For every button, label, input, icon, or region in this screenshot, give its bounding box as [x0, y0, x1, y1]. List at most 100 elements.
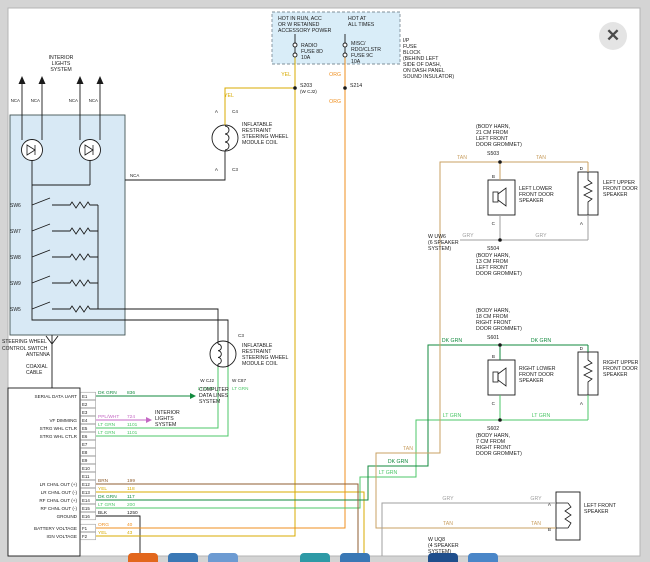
connector-function-label: STRG WHL CTLR — [40, 426, 78, 431]
diagram-label: B — [492, 354, 495, 359]
diagram-label: YEL — [281, 72, 291, 78]
toolbar-icon-7[interactable] — [468, 553, 498, 562]
connector-function-label: SERIAL DATA UART — [35, 394, 78, 399]
connector-function-label: BATTERY VOLTAGE — [34, 526, 77, 531]
diagram-label: SW5 — [10, 307, 21, 313]
diagram-label: C4 — [232, 109, 238, 114]
connector-function-label: RF CHNL OUT (-) — [41, 506, 78, 511]
connector-pin-E12: E12 — [82, 482, 90, 487]
connector-pin-F1: F1 — [82, 526, 88, 531]
wire-color-label: LT GRN — [98, 422, 116, 428]
left-front-speaker — [556, 492, 580, 540]
connector-function-label: VF DIMMING — [49, 418, 77, 423]
misc-fuse-label: 10A — [351, 59, 361, 65]
clockspring-coil-label: MODULE COIL — [242, 140, 278, 146]
connector-pin-E14: E14 — [82, 498, 90, 503]
connector-pin-E16: E16 — [82, 514, 90, 519]
left-upper-front-door-speaker-label: SPEAKER — [603, 192, 628, 198]
diagram-label: GRY — [535, 233, 547, 239]
diagram-label: YEL — [224, 93, 234, 99]
diagram-label: (W CJ2) — [300, 89, 317, 94]
splice-s602-note: DOOR GROMMET) — [476, 451, 522, 457]
connector-pin-E5: E5 — [82, 426, 88, 431]
wire-circuit-number: 724 — [127, 414, 135, 420]
diagram-viewer: E1SERIAL DATA UARTDK GRN836E2E3E4VF DIMM… — [0, 0, 650, 562]
wire-color-label: DK GRN — [98, 494, 117, 500]
wire-circuit-number: 200 — [127, 502, 135, 508]
connector-pin-E13: E13 — [82, 490, 90, 495]
splice-s504-note: DOOR GROMMET) — [476, 271, 522, 277]
left-upper-front-door-speaker — [578, 172, 598, 215]
connector-function-label: STRG WHL CTLR — [40, 434, 78, 439]
wire-circuit-number: 199 — [127, 478, 135, 484]
diagram-label: ORG — [329, 72, 341, 78]
wire-color-label: ORG — [98, 522, 109, 528]
diagram-label: W CJ2 — [200, 378, 214, 383]
splice-s214-label: S214 — [350, 83, 362, 89]
ip-fuse-block-label: SOUND INSULATOR) — [403, 74, 454, 80]
connector-pin-E2: E2 — [82, 402, 88, 407]
antenna-label: ANTENNA — [26, 352, 51, 358]
connector-pin-F2: F2 — [82, 534, 88, 539]
coaxial-cable-label: CABLE — [26, 370, 43, 376]
wire-circuit-number: 40 — [127, 522, 133, 528]
diagram-label: W C87 — [232, 378, 246, 383]
diagram-label: DK GRN — [531, 338, 551, 344]
wire-color-label: BLK — [98, 510, 108, 516]
splice-s601-note: DOOR GROMMET) — [476, 326, 522, 332]
diagram-label: SW8 — [10, 255, 21, 261]
diagram-label: LT GRN — [379, 470, 398, 476]
diagram-label: ORG — [329, 99, 341, 105]
connector-pin-E1: E1 — [82, 394, 88, 399]
connector-pin-E10: E10 — [82, 466, 90, 471]
wiring-diagram: E1SERIAL DATA UARTDK GRN836E2E3E4VF DIMM… — [0, 0, 650, 562]
toolbar-icon-2[interactable] — [168, 553, 198, 562]
wire-circuit-number: 836 — [127, 390, 135, 396]
close-button[interactable]: ✕ — [599, 22, 627, 50]
wire-color-label: YEL — [98, 486, 107, 492]
diagram-label: TAN — [403, 446, 413, 452]
diagram-label: NCA — [31, 98, 40, 103]
connector-pin-E4: E4 — [82, 418, 88, 423]
toolbar-icon-1[interactable] — [128, 553, 158, 562]
splice-s504-label: S504 — [487, 246, 499, 252]
diagram-label: C3 — [238, 333, 244, 338]
right-lower-front-door-speaker-label: SPEAKER — [519, 378, 544, 384]
wire-circuit-number: 117 — [127, 494, 135, 500]
diagram-label: SW9 — [10, 281, 21, 287]
six-speaker-note: SYSTEM) — [428, 246, 451, 252]
connector-pin-E8: E8 — [82, 450, 88, 455]
diagram-label: NCA — [89, 98, 98, 103]
toolbar-icon-6[interactable] — [428, 553, 458, 562]
left-front-speaker-label: SPEAKER — [584, 509, 609, 515]
connector-function-label: GROUND — [57, 514, 78, 519]
diagram-label: LT GRN — [232, 386, 248, 391]
diagram-label: NCA — [69, 98, 78, 103]
right-upper-front-door-speaker-label: SPEAKER — [603, 372, 628, 378]
wire-color-label: YEL — [98, 530, 107, 536]
diagram-label: SW7 — [10, 229, 21, 235]
connector-pin-E11: E11 — [82, 474, 90, 479]
diagram-label: SW6 — [10, 203, 21, 209]
wire-color-label: PPL/WHT — [98, 414, 119, 420]
left-lower-front-door-speaker — [488, 180, 515, 215]
wire-circuit-number: 118 — [127, 486, 135, 492]
toolbar-icon-5[interactable] — [340, 553, 370, 562]
fuse-power-note: ACCESSORY POWER — [278, 28, 332, 34]
splice-s503-note: DOOR GROMMET) — [476, 142, 522, 148]
wire-color-label: LT GRN — [98, 430, 116, 436]
diagram-label: GRY — [530, 496, 542, 502]
diagram-label: C3 — [232, 167, 238, 172]
diagram-label: DK GRN — [388, 459, 408, 465]
wire-circuit-number: 1250 — [127, 510, 138, 516]
toolbar-icon-3[interactable] — [208, 553, 238, 562]
splice-s503-label: S503 — [487, 151, 499, 157]
clockspring-coil-label: MODULE COIL — [242, 361, 278, 367]
connector-function-label: RF CHNL OUT (+) — [39, 498, 77, 503]
diagram-label: TAN — [536, 155, 546, 161]
toolbar-icon-4[interactable] — [300, 553, 330, 562]
diagram-label: LT GRN — [532, 413, 551, 419]
diagram-label: GRY — [462, 233, 474, 239]
connector-function-label: LR CHNL OUT (-) — [41, 490, 78, 495]
diagram-label: NCA — [11, 98, 20, 103]
